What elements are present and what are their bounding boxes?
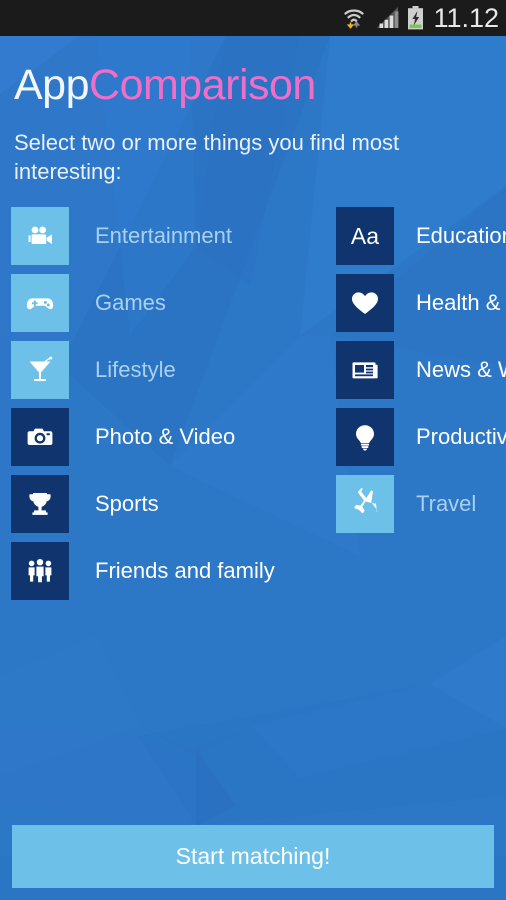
status-bar: 11.12	[0, 0, 506, 36]
category-label: News & W	[416, 357, 506, 382]
category-label: Friends and family	[95, 558, 275, 583]
category-label: Games	[95, 290, 166, 315]
category-label: Travel	[416, 491, 477, 516]
wifi-icon	[343, 6, 369, 30]
lightbulb-icon[interactable]	[336, 408, 394, 466]
category-sports[interactable]: Sports	[11, 475, 323, 533]
category-lifestyle[interactable]: Lifestyle	[11, 341, 323, 399]
category-travel[interactable]: Travel	[336, 475, 506, 533]
category-label: Lifestyle	[95, 357, 176, 382]
aa-text-icon[interactable]: Aa	[336, 207, 394, 265]
category-photo-video[interactable]: Photo & Video	[11, 408, 323, 466]
main-content: AppComparison Select two or more things …	[0, 36, 506, 900]
category-grid: Entertainment Games Lifestyle Photo & Vi…	[0, 36, 506, 600]
signal-icon	[376, 7, 400, 29]
category-label: Entertainment	[95, 223, 232, 248]
status-time: 11.12	[433, 2, 499, 33]
category-entertainment[interactable]: Entertainment	[11, 207, 323, 265]
category-news-and-weather[interactable]: News & W	[336, 341, 506, 399]
category-label: Photo & Video	[95, 424, 236, 449]
airplane-icon[interactable]	[336, 475, 394, 533]
category-label: Productiv	[416, 424, 506, 449]
trophy-icon[interactable]	[11, 475, 69, 533]
heart-icon[interactable]	[336, 274, 394, 332]
category-games[interactable]: Games	[11, 274, 323, 332]
video-camera-icon[interactable]	[11, 207, 69, 265]
start-matching-button[interactable]: Start matching!	[12, 825, 494, 888]
category-education[interactable]: Aa Education	[336, 207, 506, 265]
category-health-and-fitness[interactable]: Health &	[336, 274, 506, 332]
category-label: Sports	[95, 491, 159, 516]
category-label: Education	[416, 223, 506, 248]
people-icon[interactable]	[11, 542, 69, 600]
category-friends-and-family[interactable]: Friends and family	[11, 542, 323, 600]
category-productivity[interactable]: Productiv	[336, 408, 506, 466]
category-label: Health &	[416, 290, 501, 315]
svg-text:Aa: Aa	[351, 223, 379, 249]
cocktail-icon[interactable]	[11, 341, 69, 399]
newspaper-icon[interactable]	[336, 341, 394, 399]
gamepad-icon[interactable]	[11, 274, 69, 332]
camera-icon[interactable]	[11, 408, 69, 466]
battery-charging-icon	[407, 6, 424, 30]
